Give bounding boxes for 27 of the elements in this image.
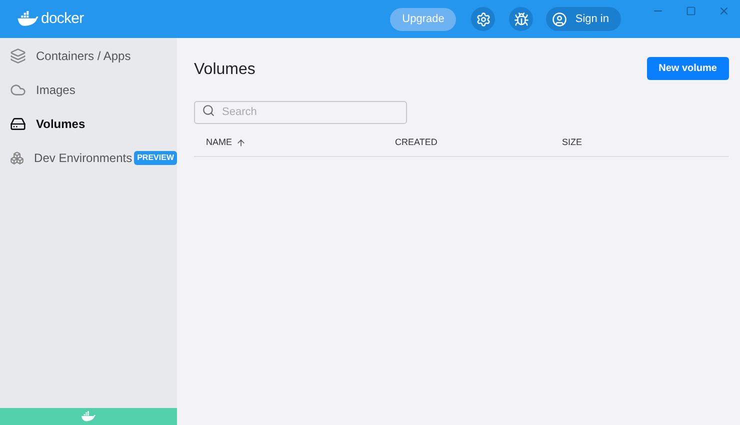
page-title: Volumes [194, 60, 256, 80]
whale-logo-icon [81, 411, 96, 422]
search-icon [202, 104, 215, 117]
layers-icon [10, 48, 26, 64]
column-header[interactable]: CREATED [395, 136, 562, 150]
maximize-icon [686, 6, 696, 16]
drive-icon [10, 116, 26, 132]
cloud-icon [10, 82, 26, 98]
whale-logo-icon [17, 11, 39, 27]
sidebar-item[interactable]: Volumes [0, 115, 177, 132]
settings-button[interactable] [471, 7, 496, 31]
bug-icon [514, 12, 529, 26]
close-icon [718, 5, 730, 17]
sidebar-item[interactable]: Dev Environments PREVIEW [0, 149, 177, 166]
search-field[interactable]: Search [194, 100, 407, 124]
column-header[interactable]: SIZE [562, 136, 729, 150]
settings-icon [476, 12, 491, 26]
column-header[interactable]: NAME [194, 136, 395, 150]
user-icon [552, 12, 568, 26]
sidebar-item[interactable]: Containers / Apps [0, 47, 177, 64]
boxes-icon [10, 150, 24, 166]
troubleshoot-button[interactable] [509, 7, 534, 31]
new-volume-button[interactable]: New volume [646, 57, 729, 80]
logo-text: docker [41, 8, 84, 29]
sign-in-button[interactable]: Sign in [546, 7, 621, 31]
sidebar-item[interactable]: Images [0, 81, 177, 98]
preview-badge: PREVIEW [134, 150, 177, 164]
